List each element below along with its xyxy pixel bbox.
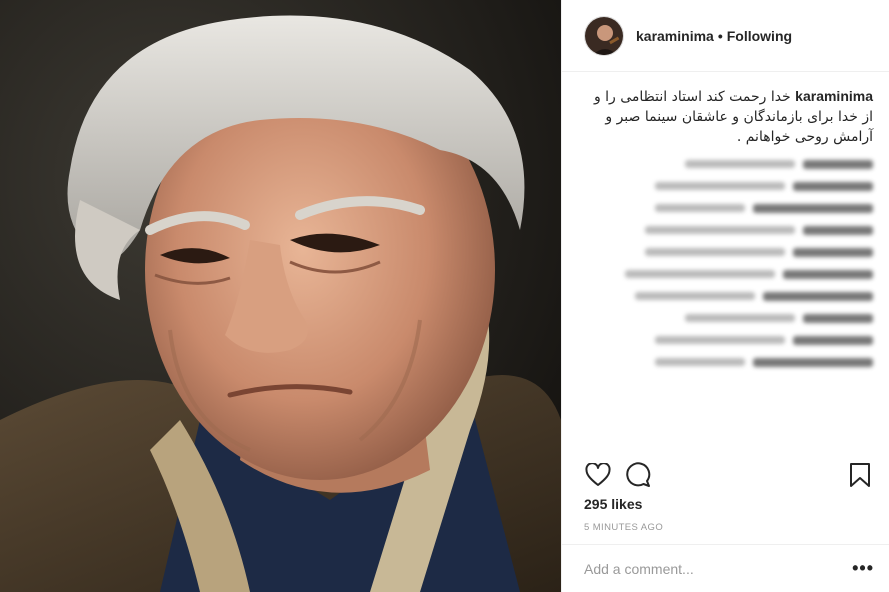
- action-bar: [562, 454, 889, 496]
- blurred-comment-username: [783, 269, 873, 279]
- blurred-comment-text: [685, 160, 795, 168]
- header-user-info: karaminima • Following: [636, 28, 792, 44]
- blurred-comment-username: [803, 313, 873, 323]
- blurred-comment: [584, 175, 873, 197]
- blurred-comment-text: [645, 226, 795, 234]
- post-header: karaminima • Following: [562, 0, 889, 72]
- blurred-comment-username: [763, 291, 873, 301]
- comments-list[interactable]: karaminima خدا رحمت کند استاد انتظامی را…: [562, 72, 889, 454]
- blurred-comment: [584, 263, 873, 285]
- blurred-comment-username: [793, 335, 873, 345]
- blurred-comment: [584, 197, 873, 219]
- heart-icon[interactable]: [584, 461, 612, 489]
- blurred-comment: [584, 219, 873, 241]
- blurred-comment-text: [685, 314, 795, 322]
- post-photo[interactable]: [0, 0, 561, 592]
- blurred-comment: [584, 153, 873, 175]
- blurred-comment-username: [793, 247, 873, 257]
- blurred-comment: [584, 329, 873, 351]
- instagram-post: karaminima • Following karaminima خدا رحمت…: [0, 0, 889, 592]
- header-username[interactable]: karaminima: [636, 28, 714, 44]
- blurred-comment-text: [655, 358, 745, 366]
- post-timestamp: 5 MINUTES AGO: [584, 522, 664, 533]
- blurred-comment-username: [753, 203, 873, 213]
- blurred-comment: [584, 307, 873, 329]
- blurred-comment-text: [655, 204, 745, 212]
- add-comment-input[interactable]: [584, 560, 853, 577]
- blurred-comment-text: [645, 248, 785, 256]
- blurred-comment-username: [803, 159, 873, 169]
- blurred-comment-text: [655, 182, 785, 190]
- portrait-image: [0, 0, 561, 592]
- blurred-comment-username: [753, 357, 873, 367]
- blurred-comment-text: [635, 292, 755, 300]
- caption-username[interactable]: karaminima: [795, 88, 873, 104]
- more-options-icon[interactable]: •••: [852, 558, 874, 579]
- post-side-panel: karaminima • Following karaminima خدا رحمت…: [561, 0, 889, 592]
- blurred-comment-text: [625, 270, 775, 278]
- add-comment-bar: •••: [562, 544, 889, 592]
- blurred-comment-text: [655, 336, 785, 344]
- blurred-comment-username: [793, 181, 873, 191]
- blurred-comment: [584, 241, 873, 263]
- blurred-comment: [584, 351, 873, 373]
- blurred-comment-username: [803, 225, 873, 235]
- following-button[interactable]: Following: [727, 28, 792, 44]
- avatar[interactable]: [584, 15, 624, 56]
- header-separator: •: [717, 27, 723, 44]
- avatar-image: [585, 16, 623, 55]
- likes-count[interactable]: 295 likes: [584, 496, 642, 512]
- bookmark-icon[interactable]: [846, 461, 874, 489]
- post-caption: karaminima خدا رحمت کند استاد انتظامی را…: [584, 86, 873, 147]
- blurred-comments: [584, 153, 873, 373]
- comment-icon[interactable]: [624, 461, 652, 489]
- blurred-comment: [584, 285, 873, 307]
